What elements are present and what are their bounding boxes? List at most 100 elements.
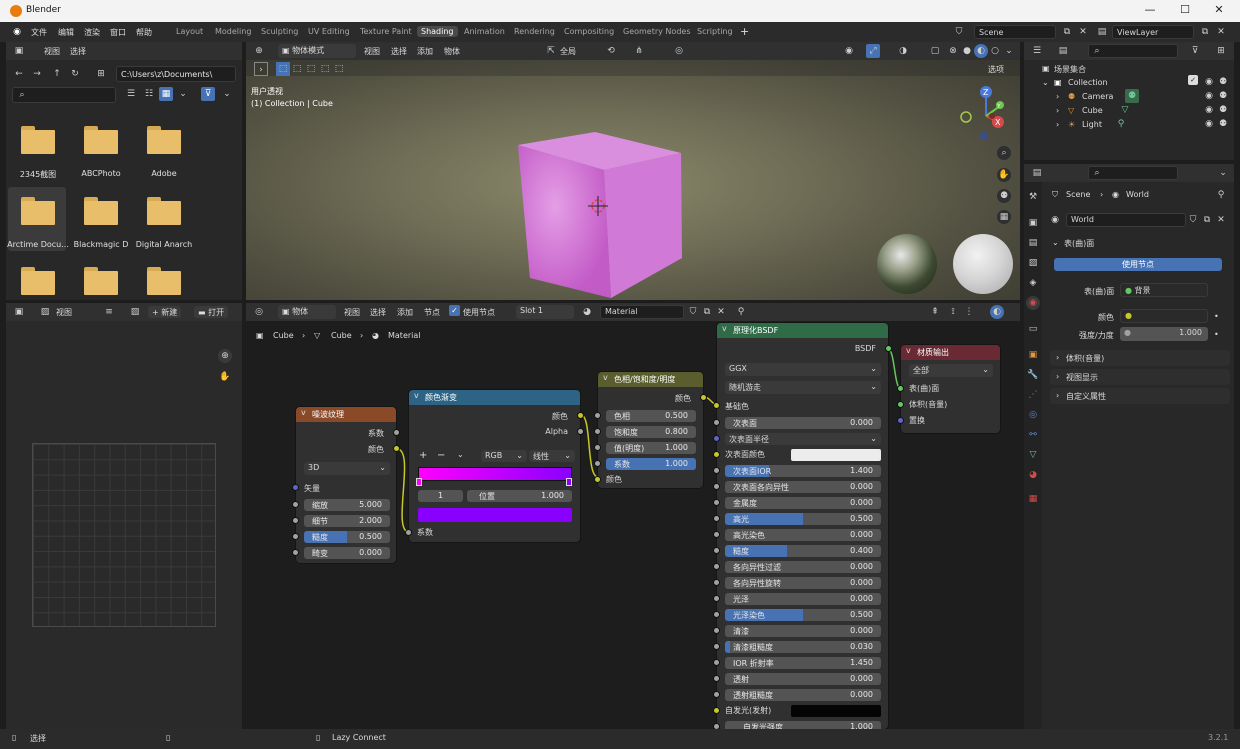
fake-user-icon[interactable]: ⛉ — [1186, 213, 1200, 227]
add-workspace-icon[interactable]: + — [740, 25, 749, 38]
hamburger-icon[interactable]: ≡ — [102, 305, 116, 319]
add-stop-icon[interactable]: + — [419, 450, 427, 461]
modifier-tab-icon[interactable]: 🔧 — [1026, 368, 1040, 382]
render-camera-icon[interactable]: ⚉ — [1216, 89, 1230, 103]
bsdf-slider[interactable]: 次表面IOR 1.400 — [725, 465, 881, 477]
expand-arrow-icon[interactable]: › — [1056, 120, 1059, 129]
menu-help[interactable]: 帮助 — [136, 27, 152, 38]
bsdf-slider[interactable]: 糙度 0.400 — [725, 545, 881, 557]
input-socket[interactable] — [713, 675, 720, 682]
expand-arrow-icon[interactable]: ⌄ — [1042, 78, 1049, 87]
gizmo-toggle-icon[interactable]: ⤢ — [866, 44, 880, 58]
noise-distortion-slider[interactable]: 畸变 0.000 — [304, 547, 390, 559]
remove-stop-icon[interactable]: − — [437, 450, 445, 461]
input-socket[interactable] — [594, 476, 601, 483]
tab-geometry-nodes[interactable]: Geometry Nodes — [619, 26, 694, 37]
output-socket[interactable] — [577, 428, 584, 435]
camera-view-icon[interactable]: ⚉ — [997, 189, 1011, 203]
properties-search-input[interactable]: ⌕ — [1088, 166, 1178, 180]
folder-icon[interactable] — [21, 197, 55, 225]
minimize-button[interactable]: — — [1141, 3, 1159, 16]
tab-layout[interactable]: Layout — [172, 26, 207, 37]
path-input[interactable]: C:\Users\z\Documents\ — [116, 66, 236, 82]
vp-menu-object[interactable]: 物体 — [444, 46, 460, 57]
orientation-dropdown[interactable]: 全局 — [560, 46, 576, 57]
distribution-dropdown[interactable]: GGX ⌄ — [725, 363, 881, 376]
delete-scene-icon[interactable]: ✕ — [1076, 25, 1090, 39]
color-ramp-bar[interactable] — [418, 467, 572, 481]
mode-dropdown[interactable]: ▣ 物体模式 — [278, 44, 356, 58]
thumbnails-icon[interactable]: ▦ — [159, 87, 173, 101]
pan-view-icon[interactable]: ✋ — [997, 168, 1011, 182]
node-header[interactable]: 颜色渐变 — [409, 390, 580, 405]
filter-icon[interactable]: ⊽ — [201, 87, 215, 101]
fb-menu-view[interactable]: 视图 — [44, 46, 60, 57]
input-socket[interactable] — [713, 579, 720, 586]
input-socket[interactable] — [897, 417, 904, 424]
output-tab-icon[interactable]: ▤ — [1026, 236, 1040, 250]
bsdf-slider[interactable]: 透射粗糙度 0.000 — [725, 689, 881, 701]
tab-texture-paint[interactable]: Texture Paint — [356, 26, 416, 37]
input-socket[interactable] — [713, 435, 720, 442]
keyframe-dot-icon[interactable]: • — [1214, 330, 1219, 339]
navigation-gizmo[interactable]: Z X Y — [958, 84, 1018, 144]
folder-icon[interactable] — [21, 126, 55, 154]
solid-shading-icon[interactable]: ● — [960, 44, 974, 58]
bsdf-slider[interactable]: 次表面各向异性 0.000 — [725, 481, 881, 493]
outliner-item-cube[interactable]: Cube — [1082, 106, 1103, 115]
input-socket[interactable] — [713, 627, 720, 634]
tab-scripting[interactable]: Scripting — [693, 26, 737, 37]
pin-icon[interactable]: ⚲ — [1214, 188, 1228, 202]
custom-properties-section[interactable]: › 自定义属性 — [1050, 388, 1230, 404]
scene-tab-icon[interactable]: ◈ — [1026, 276, 1040, 290]
ramp-menu-icon[interactable]: ⌄ — [457, 450, 464, 459]
list-horizontal-icon[interactable]: ☷ — [142, 87, 156, 101]
select-extend-icon[interactable]: ⬚ — [290, 62, 304, 76]
folder-label[interactable]: Digital Anarch — [133, 240, 195, 249]
input-socket[interactable] — [713, 643, 720, 650]
visibility-eye-icon[interactable]: ◉ — [1202, 89, 1216, 103]
search-input[interactable]: ⌕ — [12, 87, 116, 103]
select-intersect-icon[interactable]: ⬚ — [332, 62, 346, 76]
visibility-eye-icon[interactable]: ◉ — [1202, 117, 1216, 131]
section-expand-icon[interactable]: ⌄ — [1052, 238, 1059, 247]
subsurface-color-swatch[interactable] — [791, 449, 881, 461]
zoom-view-icon[interactable]: ⌕ — [997, 146, 1011, 160]
expand-arrow-icon[interactable]: › — [1056, 106, 1059, 115]
input-socket[interactable] — [897, 401, 904, 408]
saturation-slider[interactable]: 饱和度 0.800 — [606, 426, 696, 438]
vp-menu-view[interactable]: 视图 — [364, 46, 380, 57]
bsdf-slider[interactable]: 高光染色 0.000 — [725, 529, 881, 541]
rendered-shading-icon[interactable]: ○ — [988, 44, 1002, 58]
folder-icon[interactable] — [147, 126, 181, 154]
outliner-item-light[interactable]: Light — [1082, 120, 1102, 129]
new-collection-icon[interactable]: ⊞ — [1214, 44, 1228, 58]
folder-icon[interactable] — [147, 197, 181, 225]
input-socket[interactable] — [713, 451, 720, 458]
emission-color-swatch[interactable] — [791, 705, 881, 717]
menu-window[interactable]: 窗口 — [110, 27, 126, 38]
refresh-icon[interactable]: ↻ — [68, 67, 82, 81]
xray-icon[interactable]: ▢ — [928, 44, 942, 58]
outliner-item-camera[interactable]: Camera — [1082, 92, 1113, 101]
view-layer-selector[interactable]: ViewLayer — [1112, 25, 1194, 39]
input-socket[interactable] — [713, 611, 720, 618]
vp-menu-select[interactable]: 选择 — [391, 46, 407, 57]
input-socket[interactable] — [713, 659, 720, 666]
viewport-3d[interactable]: ⊕ ▣ 物体模式 视图 选择 添加 物体 ⇱ 全局 ⟲ ⋔ ◎ ◉ ⤢ ◑ ▢ … — [246, 42, 1020, 300]
input-socket[interactable] — [594, 444, 601, 451]
folder-label[interactable]: ABCPhoto — [70, 169, 132, 178]
node-header[interactable]: 噪波纹理 — [296, 407, 396, 422]
proportional-edit-icon[interactable]: ◎ — [672, 44, 686, 58]
output-socket[interactable] — [577, 412, 584, 419]
input-socket[interactable] — [713, 419, 720, 426]
collection-tab-icon[interactable]: ▭ — [1026, 322, 1040, 336]
collection-label[interactable]: Collection — [1068, 78, 1108, 87]
tab-animation[interactable]: Animation — [460, 26, 509, 37]
material-shading-icon[interactable]: ◐ — [974, 44, 988, 58]
folder-label[interactable]: Arctime Docu... — [7, 240, 69, 249]
world-name-field[interactable]: World — [1066, 213, 1186, 227]
ortho-toggle-icon[interactable]: ▦ — [997, 210, 1011, 224]
stop-position-slider[interactable]: 位置 1.000 — [467, 490, 572, 502]
stop-index-field[interactable]: 1 — [418, 490, 463, 502]
